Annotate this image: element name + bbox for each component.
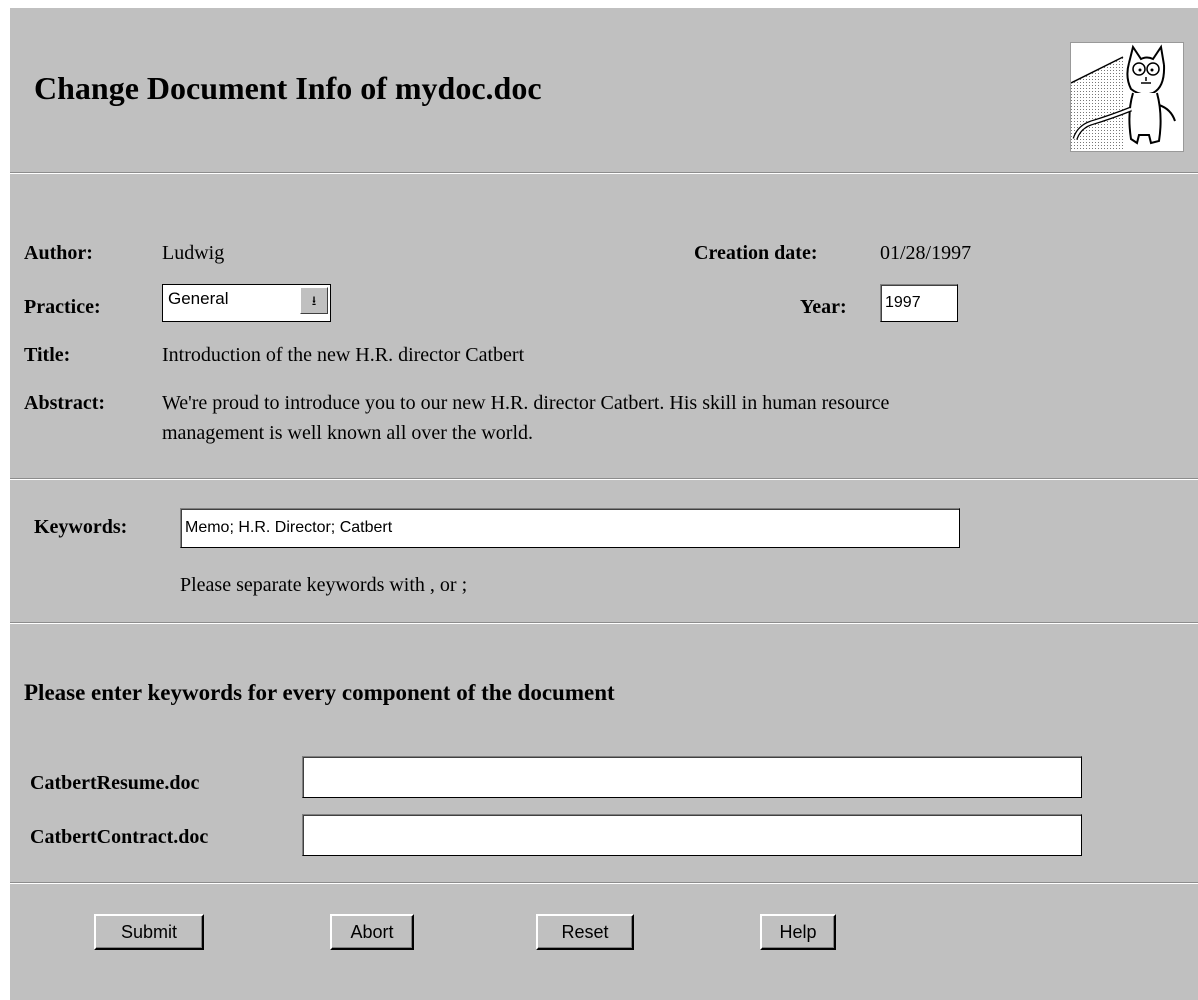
- chevron-down-icon[interactable]: ⭳: [300, 287, 328, 314]
- divider-2: [10, 478, 1198, 480]
- abstract-line-2: management is well known all over the wo…: [162, 422, 534, 444]
- author-label: Author:: [24, 242, 93, 264]
- practice-selected-value: General: [168, 289, 229, 308]
- component-name-contract: CatbertContract.doc: [30, 826, 209, 848]
- title-label: Title:: [24, 344, 71, 366]
- practice-label: Practice:: [24, 296, 101, 318]
- component-name-resume: CatbertResume.doc: [30, 772, 200, 794]
- divider-1: [10, 172, 1198, 174]
- creation-date-label: Creation date:: [694, 242, 818, 264]
- help-button[interactable]: Help: [760, 914, 836, 950]
- abort-button[interactable]: Abort: [330, 914, 414, 950]
- keywords-hint: Please separate keywords with , or ;: [180, 574, 468, 596]
- creation-date-value: 01/28/1997: [880, 242, 972, 264]
- abstract-label: Abstract:: [24, 392, 106, 414]
- component-keywords-resume-input[interactable]: [302, 756, 1082, 798]
- reset-button[interactable]: Reset: [536, 914, 634, 950]
- keywords-input[interactable]: [180, 508, 960, 548]
- abstract-line-1: We're proud to introduce you to our new …: [162, 392, 890, 414]
- divider-4: [10, 882, 1198, 884]
- divider-3: [10, 622, 1198, 624]
- components-heading: Please enter keywords for every componen…: [24, 680, 615, 705]
- year-input[interactable]: [880, 284, 958, 322]
- page-title: Change Document Info of mydoc.doc: [34, 70, 542, 106]
- author-value: Ludwig: [162, 242, 225, 264]
- component-keywords-contract-input[interactable]: [302, 814, 1082, 856]
- catbert-cartoon-icon: [1070, 42, 1184, 152]
- form-panel: Change Document Info of mydoc.doc Author…: [10, 8, 1198, 1000]
- year-label: Year:: [800, 296, 847, 318]
- title-value: Introduction of the new H.R. director Ca…: [162, 344, 525, 366]
- practice-select[interactable]: General ⭳: [162, 284, 331, 322]
- submit-button[interactable]: Submit: [94, 914, 204, 950]
- keywords-label: Keywords:: [34, 516, 128, 538]
